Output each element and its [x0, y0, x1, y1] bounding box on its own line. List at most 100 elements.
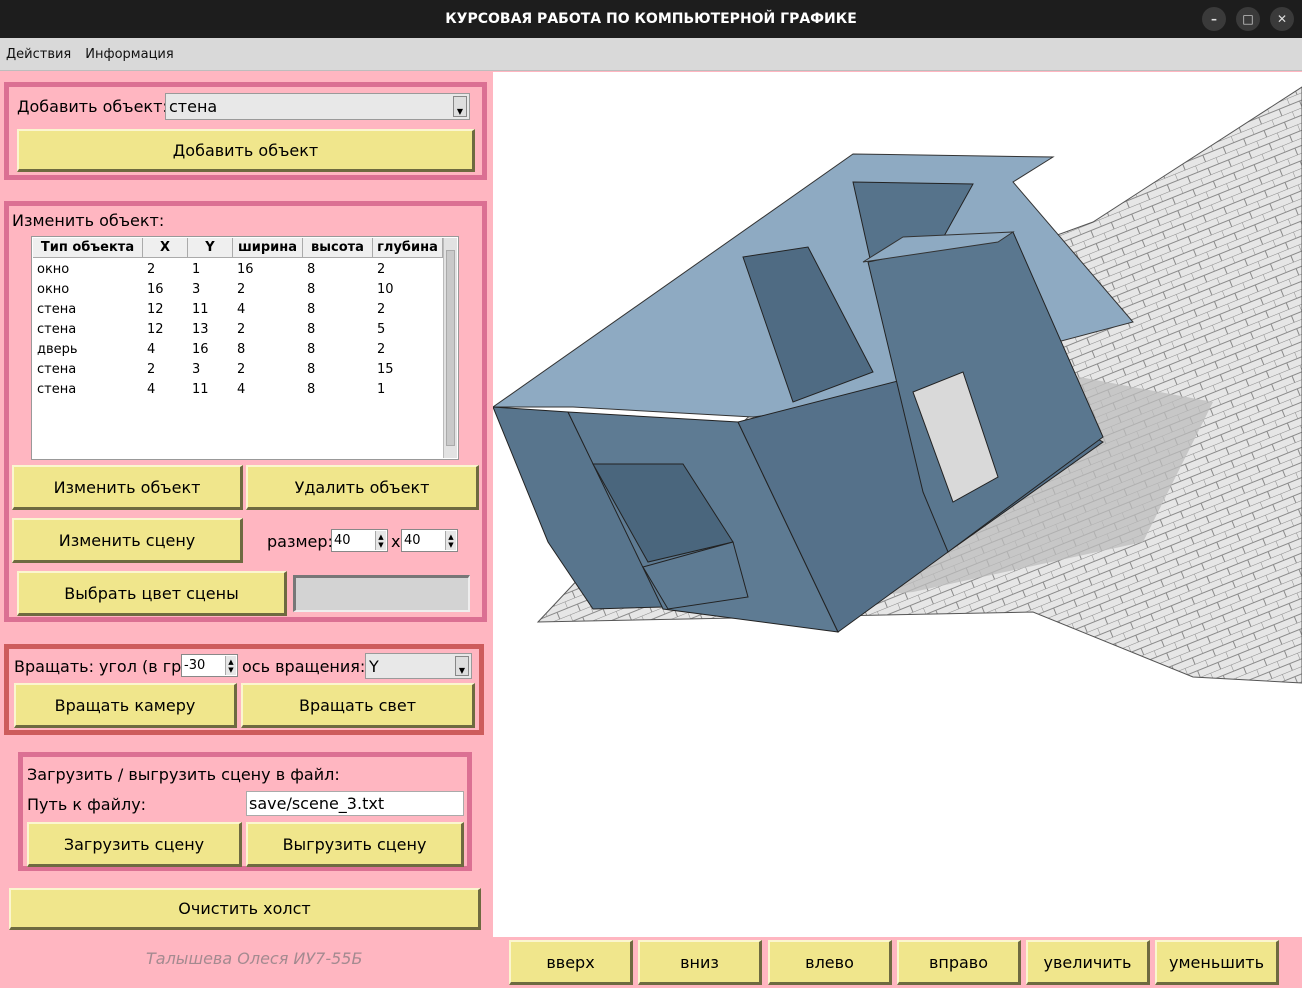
cell-depth: 2 [377, 301, 386, 317]
file-path-value: save/scene_3.txt [249, 794, 385, 813]
size-width-value: 40 [334, 533, 351, 548]
col-header-x[interactable]: X [143, 238, 188, 258]
cell-height: 8 [307, 301, 316, 317]
cell-width: 4 [237, 301, 246, 317]
col-header-width[interactable]: ширина [233, 238, 303, 258]
cell-y: 1 [192, 261, 201, 277]
spin-arrows-icon[interactable]: ▲ ▼ [225, 656, 236, 675]
table-row[interactable]: стена 2 3 2 8 15 [33, 359, 443, 379]
table-row[interactable]: стена 4 11 4 8 1 [33, 379, 443, 399]
rotate-axis-label: ось вращения: [242, 657, 366, 676]
col-header-y[interactable]: Y [188, 238, 233, 258]
file-path-input[interactable]: save/scene_3.txt [246, 791, 464, 816]
spin-arrows-icon[interactable]: ▲ ▼ [375, 531, 386, 550]
scene-color-swatch [293, 575, 470, 612]
cell-depth: 2 [377, 261, 386, 277]
control-panel: Добавить объект: стена ▼ Добавить объект… [0, 72, 493, 988]
menu-info[interactable]: Информация [85, 47, 173, 62]
file-path-label: Путь к файлу: [27, 795, 147, 814]
objects-table[interactable]: Тип объекта X Y ширина высота глубина ок… [31, 236, 459, 460]
cell-depth: 2 [377, 341, 386, 357]
cell-width: 16 [237, 261, 254, 277]
cell-depth: 1 [377, 381, 386, 397]
load-scene-button[interactable]: Загрузить сцену [27, 822, 242, 867]
scene-canvas[interactable] [493, 72, 1302, 937]
cell-y: 13 [192, 321, 209, 337]
size-height-spinbox[interactable]: 40 ▲ ▼ [401, 529, 458, 552]
size-height-value: 40 [404, 533, 421, 548]
zoom-in-button[interactable]: увеличить [1026, 940, 1150, 985]
cell-depth: 10 [377, 281, 394, 297]
table-row[interactable]: стена 12 13 2 8 5 [33, 319, 443, 339]
save-scene-button[interactable]: Выгрузить сцену [246, 822, 464, 867]
cell-type: окно [37, 261, 70, 277]
object-type-value: стена [169, 97, 218, 116]
file-label: Загрузить / выгрузить сцену в файл: [27, 765, 340, 784]
col-header-height[interactable]: высота [303, 238, 373, 258]
scene-render[interactable] [493, 72, 1302, 937]
object-type-select[interactable]: стена ▼ [165, 93, 470, 120]
minimize-icon[interactable]: – [1202, 7, 1226, 31]
col-header-depth[interactable]: глубина [373, 238, 443, 258]
cell-height: 8 [307, 381, 316, 397]
cell-height: 8 [307, 261, 316, 277]
scrollbar-thumb[interactable] [446, 250, 455, 446]
add-object-label: Добавить объект: [17, 97, 168, 116]
close-icon[interactable]: ✕ [1270, 7, 1294, 31]
cell-x: 4 [147, 341, 156, 357]
nav-up-button[interactable]: вверх [509, 940, 633, 985]
nav-left-button[interactable]: влево [768, 940, 892, 985]
nav-down-button[interactable]: вниз [638, 940, 762, 985]
rotate-axis-select[interactable]: Y ▼ [365, 653, 472, 679]
delete-object-button[interactable]: Удалить объект [246, 465, 479, 510]
size-width-spinbox[interactable]: 40 ▲ ▼ [331, 529, 388, 552]
cell-x: 16 [147, 281, 164, 297]
edit-scene-button[interactable]: Изменить сцену [12, 518, 243, 563]
cell-type: стена [37, 361, 77, 377]
cell-x: 4 [147, 381, 156, 397]
col-header-type[interactable]: Тип объекта [33, 238, 143, 258]
spin-arrows-icon[interactable]: ▲ ▼ [445, 531, 456, 550]
maximize-icon[interactable]: □ [1236, 7, 1260, 31]
table-row[interactable]: окно 16 3 2 8 10 [33, 279, 443, 299]
nav-right-button[interactable]: вправо [897, 940, 1021, 985]
nav-bar: вверх вниз влево вправо увеличить уменьш… [493, 937, 1302, 988]
cell-y: 11 [192, 301, 209, 317]
cell-x: 2 [147, 261, 156, 277]
table-header: Тип объекта X Y ширина высота глубина [33, 238, 443, 258]
rotate-angle-label: Вращать: угол (в гр.): [14, 657, 199, 676]
add-object-button[interactable]: Добавить объект [17, 129, 475, 172]
cell-x: 12 [147, 301, 164, 317]
choose-scene-color-button[interactable]: Выбрать цвет сцены [17, 571, 287, 616]
cell-width: 4 [237, 381, 246, 397]
table-scrollbar[interactable] [443, 238, 457, 458]
edit-object-button[interactable]: Изменить объект [12, 465, 243, 510]
cell-x: 2 [147, 361, 156, 377]
rotate-angle-spinbox[interactable]: -30 ▲ ▼ [181, 654, 238, 677]
cell-x: 12 [147, 321, 164, 337]
edit-object-label: Изменить объект: [12, 211, 165, 230]
cell-type: стена [37, 301, 77, 317]
cell-width: 2 [237, 321, 246, 337]
cell-width: 2 [237, 281, 246, 297]
table-row[interactable]: дверь 4 16 8 8 2 [33, 339, 443, 359]
chevron-down-icon[interactable]: ▼ [455, 656, 469, 676]
menu-actions[interactable]: Действия [6, 47, 71, 62]
cell-width: 8 [237, 341, 246, 357]
rotate-angle-value: -30 [184, 658, 206, 673]
title-bar: КУРСОВАЯ РАБОТА ПО КОМПЬЮТЕРНОЙ ГРАФИКЕ … [0, 0, 1302, 38]
cell-depth: 5 [377, 321, 386, 337]
rotate-camera-button[interactable]: Вращать камеру [14, 683, 237, 728]
rotate-light-button[interactable]: Вращать свет [241, 683, 475, 728]
chevron-down-icon[interactable]: ▼ [453, 96, 467, 117]
cell-width: 2 [237, 361, 246, 377]
size-separator: x [391, 532, 401, 551]
cell-height: 8 [307, 281, 316, 297]
clear-canvas-button[interactable]: Очистить холст [9, 888, 481, 930]
table-row[interactable]: окно 2 1 16 8 2 [33, 259, 443, 279]
cell-y: 11 [192, 381, 209, 397]
cell-type: стена [37, 381, 77, 397]
cell-type: дверь [37, 341, 78, 357]
table-row[interactable]: стена 12 11 4 8 2 [33, 299, 443, 319]
zoom-out-button[interactable]: уменьшить [1155, 940, 1279, 985]
